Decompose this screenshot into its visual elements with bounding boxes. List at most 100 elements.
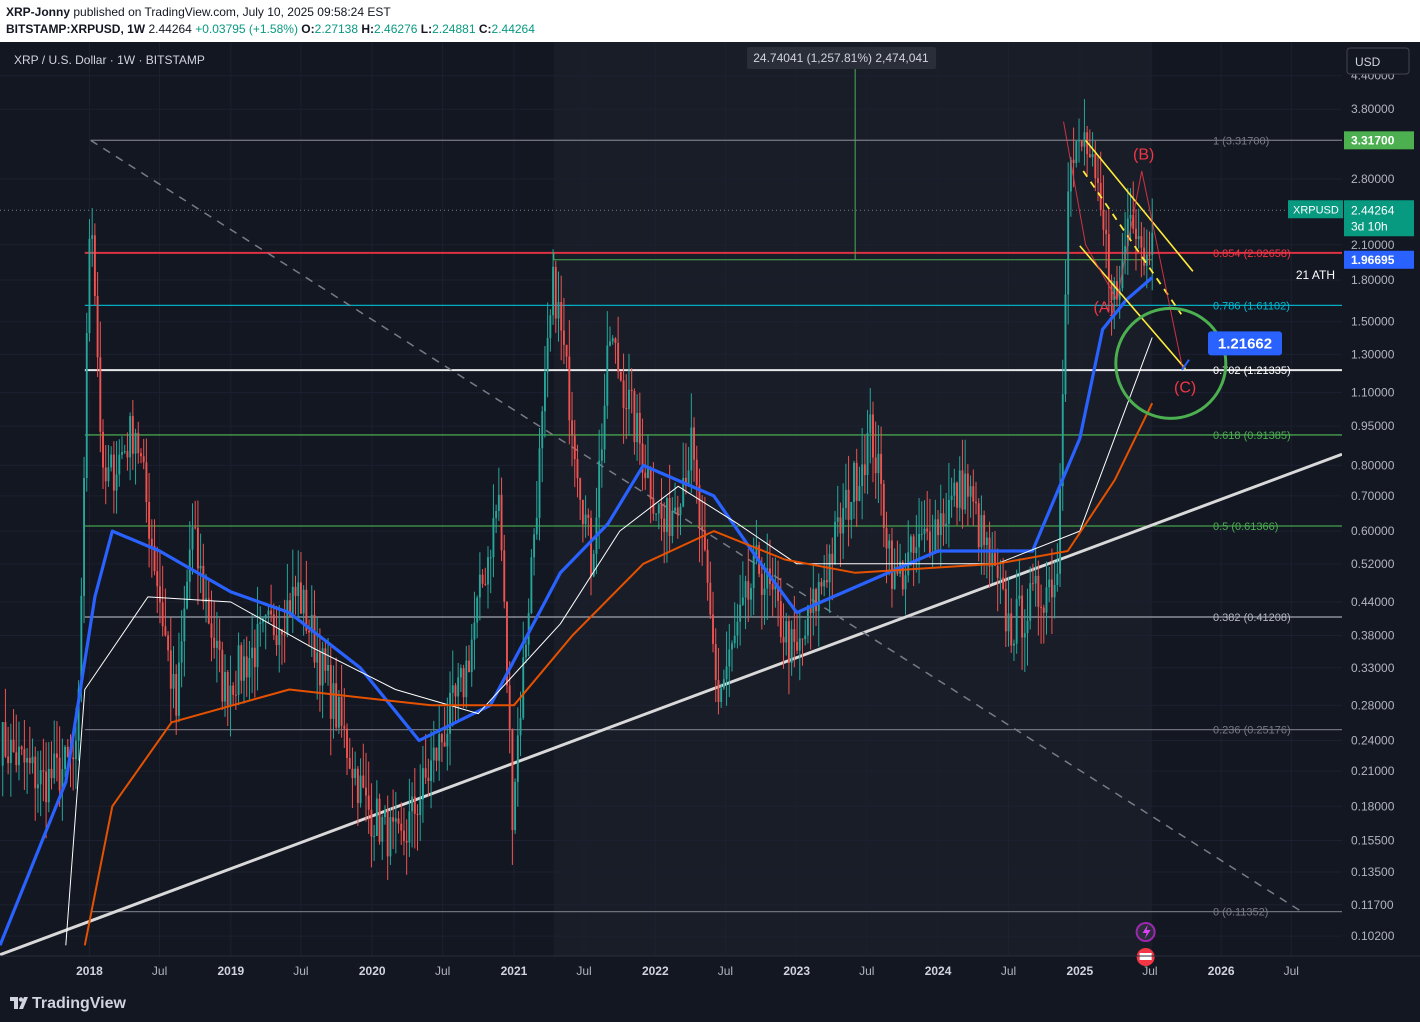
candle-body [815,589,817,612]
candle-body [424,768,427,778]
candle-body [915,547,918,554]
price-tick-label: 0.60000 [1351,524,1395,538]
candle-body [508,685,511,730]
candle-body [218,640,221,650]
high-value: 2.46276 [374,22,418,36]
candle-body [207,598,210,624]
candle-body [714,643,717,681]
candle-body [470,639,473,673]
candle-body [571,420,573,436]
candle-body [140,453,142,457]
chart-svg[interactable]: 1 (3.31700) 0.854 (2.02658) 0.786 (1.61102… [0,42,1420,988]
countdown-label: 3d 10h [1351,219,1388,233]
candle-body [180,641,183,663]
symbol-interval: BITSTAMP:XRPUSD, 1W [6,22,146,36]
candle-body [541,411,544,449]
candle-body [134,432,137,454]
symbol-tag-label: XRPUSD [1293,204,1339,216]
tradingview-logo[interactable]: TradingView [10,995,126,1013]
candle-body [172,674,175,689]
candle-body [706,549,709,583]
candle-body [411,796,414,812]
candle-body [39,770,42,785]
candle-body [148,502,151,539]
candle-body [514,781,517,831]
time-tick-label: 2021 [501,964,528,978]
candle-body [440,734,443,743]
fib-level-label: 0.382 (0.41208) [1213,612,1291,624]
candle-body [186,581,189,609]
candle-body [327,664,329,671]
candle-body [335,683,338,728]
candle-body [142,456,145,463]
currency-button[interactable]: USD [1346,47,1410,75]
candle-body [45,771,48,803]
candle-body [728,649,731,667]
candle-body [259,622,262,625]
candle-body [229,685,232,706]
candle-body [1023,633,1026,638]
candle-body [419,799,422,816]
candle-body [107,467,110,482]
candle-body [28,758,31,764]
price-tag-label: 1.96695 [1351,253,1395,267]
time-axis: 2018 Jul 2019 Jul 2020 Jul 2021 Jul 2022 Jul 2023 J… [0,955,1420,978]
fib-level-label: 0.5 (0.61366) [1213,521,1278,533]
candle-body [1083,132,1086,147]
candle-body [1018,595,1021,600]
candle-body [457,677,460,697]
candle-body [131,416,134,454]
price-tick-label: 2.10000 [1351,238,1395,252]
time-tick-label: 2024 [925,964,952,978]
candle-body [351,768,354,779]
candle-body [636,412,639,443]
candle-body [373,835,376,837]
candle-body [739,604,742,622]
price-tick-label: 0.33000 [1351,661,1395,675]
time-tick-label: 2023 [783,964,810,978]
candle-body [234,694,237,696]
candle-body [996,565,999,578]
candle-body [842,507,845,534]
candle-body [1007,613,1010,632]
chart-area[interactable]: 1 (3.31700) 0.854 (2.02658) 0.786 (1.61102… [0,42,1420,988]
candle-body [869,414,872,434]
candle-body [975,501,977,504]
candle-body [736,621,739,636]
candle-body [562,330,565,345]
candle-body [1143,247,1146,266]
candle-body [999,577,1002,579]
candle-body [408,811,411,843]
candle-body [18,746,20,766]
candle-body [825,580,828,583]
candle-body [343,725,346,729]
candle-body [175,674,178,716]
author-name[interactable]: XRP-Jonny [6,5,70,19]
time-tick-label: Jul [1001,964,1016,978]
currency-label[interactable]: USD [1355,55,1381,69]
candle-body [337,696,340,728]
candle-body [1129,214,1132,219]
candle-body [535,517,538,535]
candle-body [12,739,15,753]
candle-body [484,583,487,585]
candle-body [519,717,522,736]
candle-body [332,683,335,719]
candle-body [253,647,256,668]
candle-body [695,459,698,486]
candle-body [750,588,752,600]
candle-body [606,345,609,406]
candle-body [763,588,766,595]
candle-body [267,610,270,616]
candle-body [72,757,75,760]
candle-body [169,650,172,689]
candle-body [801,638,804,640]
candle-body [557,301,560,319]
candle-body [500,494,503,551]
candle-body [465,660,468,698]
price-tick-label: 0.38000 [1351,629,1395,643]
candle-body [980,515,983,548]
candle-body [866,433,869,476]
fib-level-label: 0.618 (0.91385) [1213,430,1291,442]
candle-body [375,798,378,836]
